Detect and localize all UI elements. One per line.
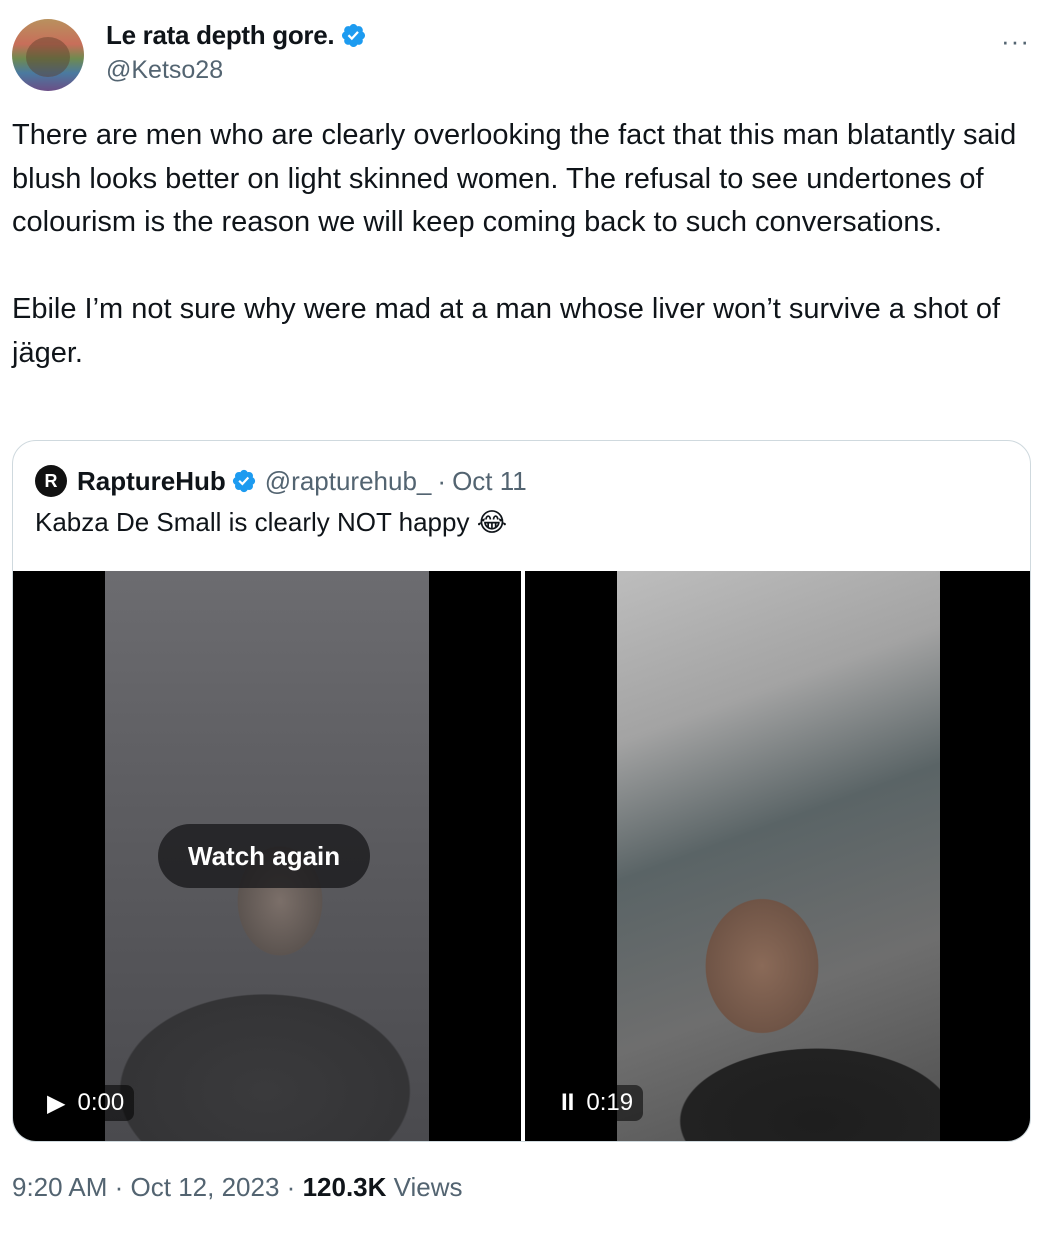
views-label: Views (393, 1172, 463, 1202)
author-avatar[interactable] (12, 19, 84, 91)
video-frame-2 (617, 571, 940, 1141)
meta-separator-2: · (286, 1172, 296, 1202)
author-name-text: Le rata depth gore. (106, 20, 335, 50)
tweet-date[interactable]: Oct 12, 2023 (131, 1172, 280, 1202)
watch-again-button[interactable]: Watch again (158, 824, 371, 888)
author-display-name[interactable]: Le rata depth gore. (106, 20, 367, 51)
quoted-author-avatar[interactable]: R (35, 465, 67, 497)
quoted-tweet-card[interactable]: R RaptureHub @rapturehub_ · Oct 11 Kabza… (12, 440, 1031, 1142)
video-2-time: 0:19 (586, 1089, 634, 1116)
quoted-verified-badge-icon (232, 469, 255, 493)
quoted-date[interactable]: Oct 11 (452, 466, 527, 497)
video-player-1[interactable]: Watch again ▶ 0:00 (13, 571, 521, 1141)
quoted-separator: · (437, 465, 447, 496)
quoted-tweet-header: R RaptureHub @rapturehub_ · Oct 11 (35, 465, 527, 497)
quoted-author-handle[interactable]: @rapturehub_ (265, 466, 432, 497)
video-player-2[interactable]: II 0:19 (525, 571, 1030, 1141)
views-count: 120.3K (302, 1172, 387, 1202)
video-2-controls[interactable]: II 0:19 (551, 1085, 644, 1121)
meta-separator-1: · (114, 1172, 124, 1202)
more-options-icon[interactable]: ··· (1001, 26, 1030, 57)
tweet-time[interactable]: 9:20 AM (12, 1172, 107, 1202)
verified-badge-icon (342, 23, 366, 48)
video-1-time: 0:00 (77, 1089, 125, 1116)
pause-icon[interactable]: II (561, 1089, 574, 1117)
play-icon[interactable]: ▶ (47, 1089, 65, 1118)
quoted-author-name[interactable]: RaptureHub (77, 466, 226, 497)
quoted-tweet-text: Kabza De Small is clearly NOT happy 😂 (35, 507, 508, 537)
author-handle[interactable]: @Ketso28 (106, 56, 223, 85)
video-1-controls[interactable]: ▶ 0:00 (37, 1085, 135, 1121)
avatar-face (26, 37, 70, 77)
tweet-meta: 9:20 AM · Oct 12, 2023 · 120.3K Views (12, 1172, 463, 1203)
tweet-text: There are men who are clearly overlookin… (12, 119, 1017, 369)
